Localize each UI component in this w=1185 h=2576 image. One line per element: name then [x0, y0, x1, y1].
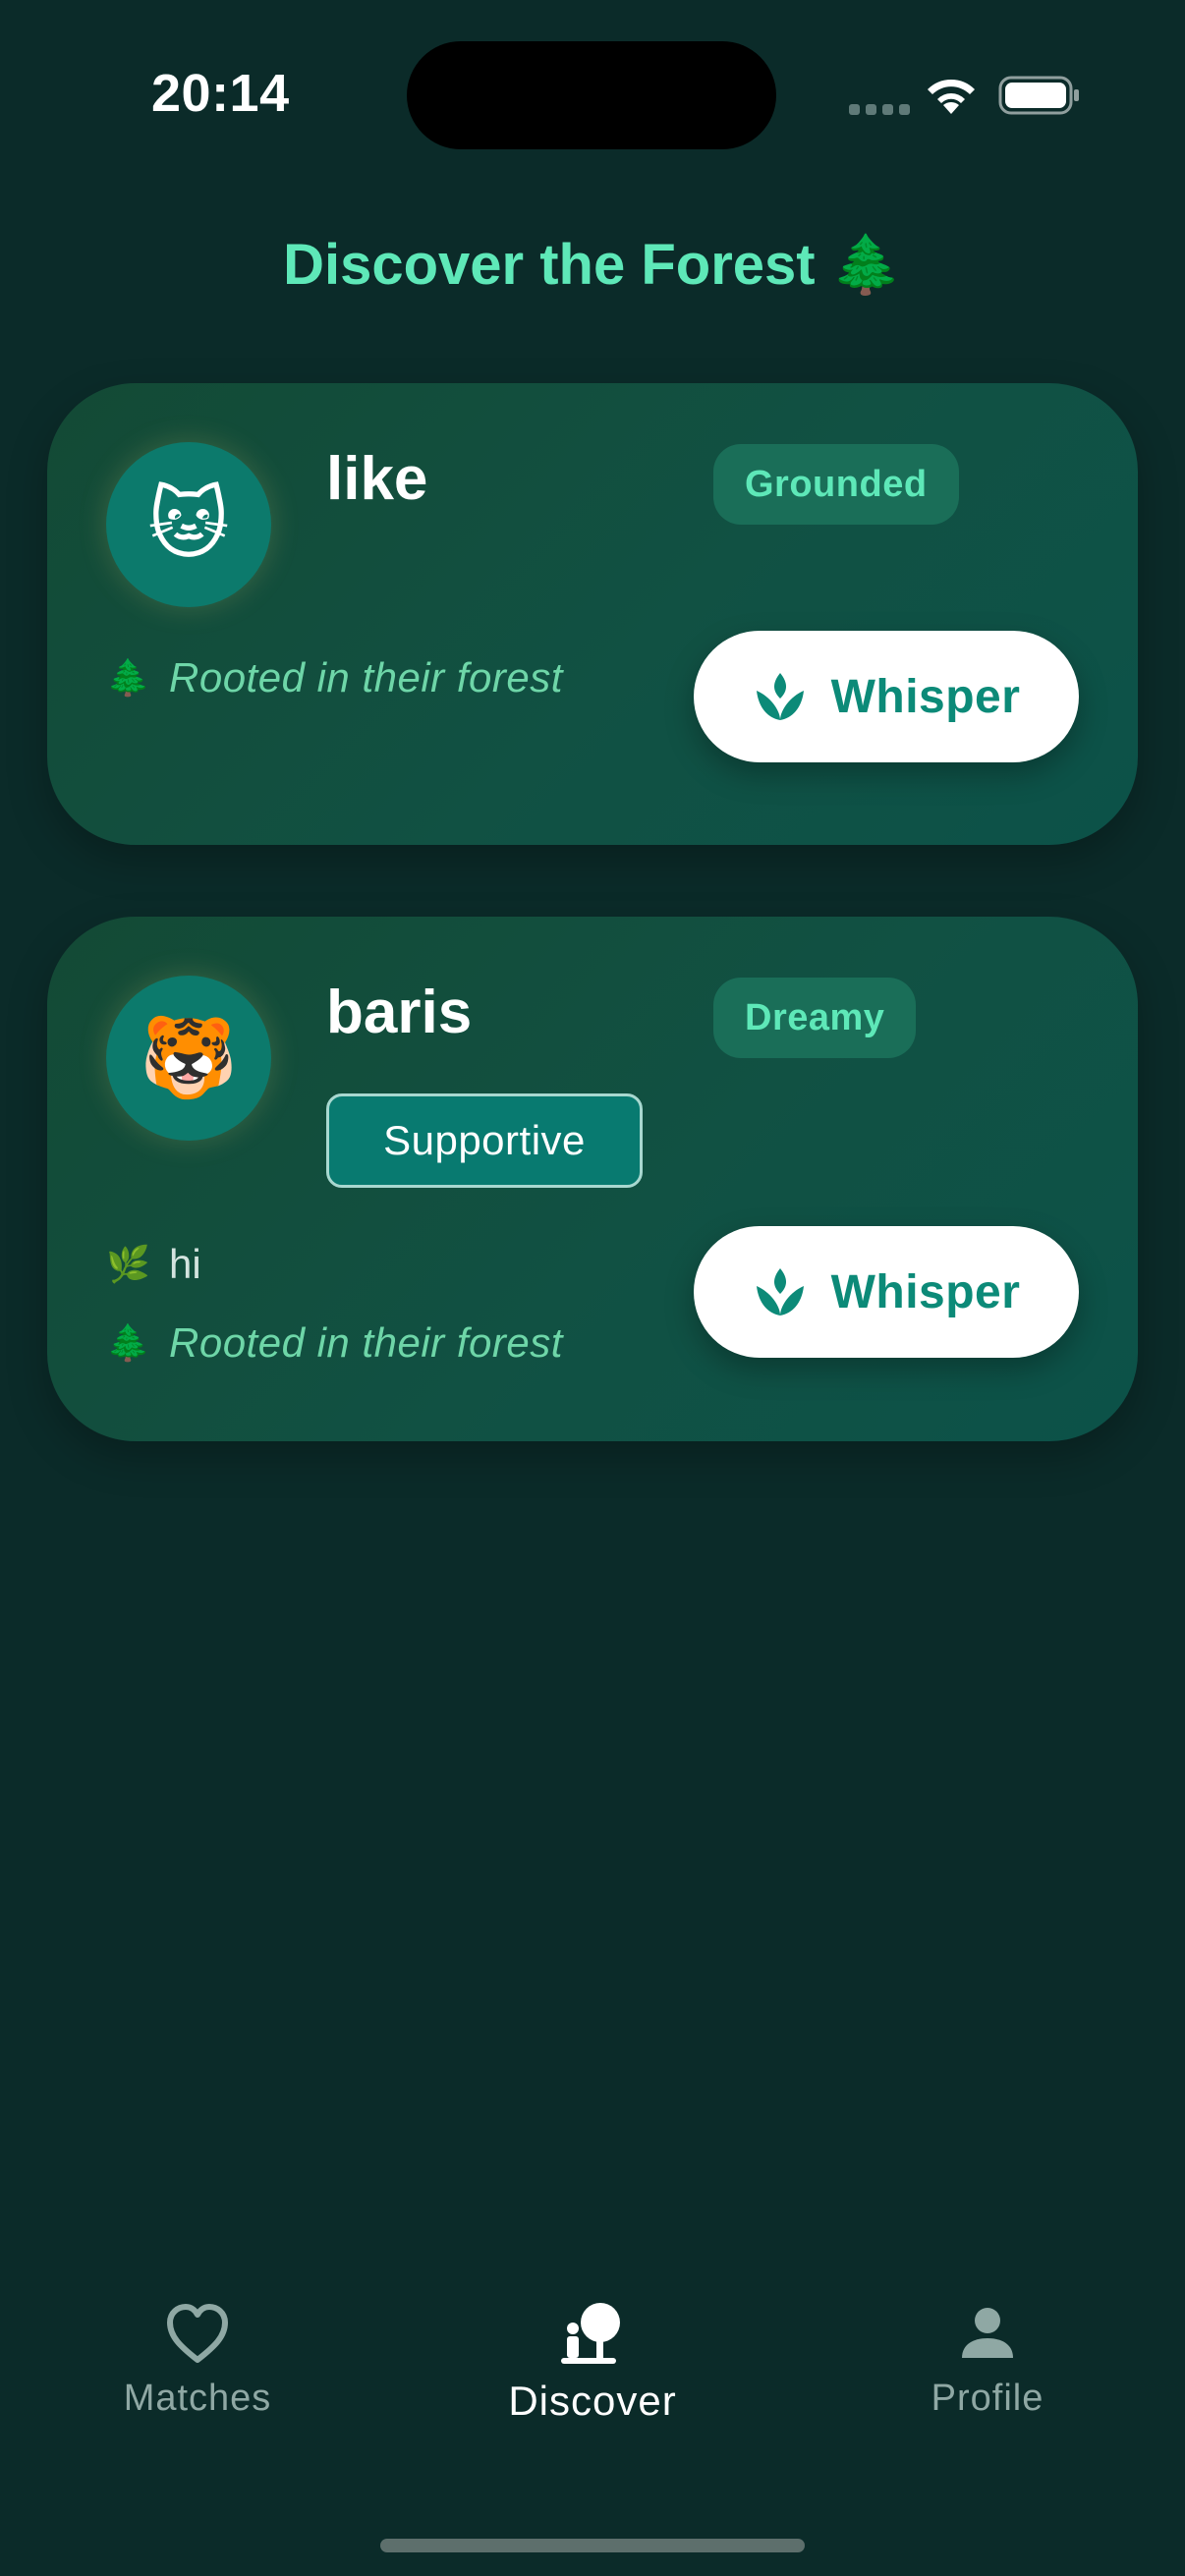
- mood-badge: Grounded: [713, 444, 959, 525]
- tab-matches[interactable]: Matches: [70, 2299, 325, 2420]
- whisper-label: Whisper: [830, 670, 1021, 723]
- status-row: 🌲 Rooted in their forest: [106, 1319, 563, 1367]
- status-row: 🌲 Rooted in their forest: [106, 654, 563, 701]
- bio-row: 🌿 hi: [106, 1241, 201, 1288]
- whisper-button[interactable]: Whisper: [694, 631, 1079, 762]
- status-text: Rooted in their forest: [169, 654, 563, 700]
- sprout-icon: [756, 673, 804, 720]
- whisper-label: Whisper: [830, 1265, 1021, 1318]
- avatar: 🐯: [106, 976, 271, 1141]
- tab-profile[interactable]: Profile: [860, 2299, 1115, 2420]
- status-bar: 20:14: [0, 0, 1185, 177]
- profile-name: like: [326, 445, 428, 513]
- tree-icon: 🌲: [106, 1322, 150, 1363]
- person-icon: [962, 2308, 1013, 2358]
- person-tree-icon: [561, 2303, 620, 2364]
- profile-name: baris: [326, 979, 473, 1046]
- heart-outline-icon: [167, 2304, 228, 2363]
- bio-text: hi: [169, 1241, 201, 1287]
- whisper-button[interactable]: Whisper: [694, 1226, 1079, 1358]
- tab-bar: Matches Discover Profile: [0, 2299, 1185, 2476]
- profile-card: 🐱 like Grounded 🌲 Rooted in their forest…: [47, 383, 1138, 845]
- battery-icon: [998, 76, 1079, 115]
- tab-label: Discover: [508, 2378, 677, 2424]
- page-title: Discover the Forest 🌲: [283, 233, 902, 297]
- cellular-signal-icon: [849, 104, 910, 115]
- avatar: 🐱: [106, 442, 271, 607]
- tab-discover[interactable]: Discover: [465, 2299, 720, 2425]
- tab-label: Matches: [123, 2378, 272, 2419]
- tab-label: Profile: [931, 2378, 1044, 2419]
- leaf-icon: 🌿: [106, 1244, 150, 1284]
- status-time: 20:14: [151, 64, 290, 123]
- trait-tag: Supportive: [326, 1093, 643, 1188]
- home-indicator[interactable]: [380, 2539, 805, 2552]
- status-text: Rooted in their forest: [169, 1319, 563, 1366]
- sprout-icon: [756, 1268, 804, 1316]
- wifi-icon: [928, 80, 975, 114]
- profile-card: 🐯 baris Dreamy Supportive 🌿 hi 🌲 Rooted …: [47, 917, 1138, 1441]
- dynamic-island: [407, 41, 776, 149]
- tree-icon: 🌲: [106, 657, 150, 698]
- mood-badge: Dreamy: [713, 978, 917, 1058]
